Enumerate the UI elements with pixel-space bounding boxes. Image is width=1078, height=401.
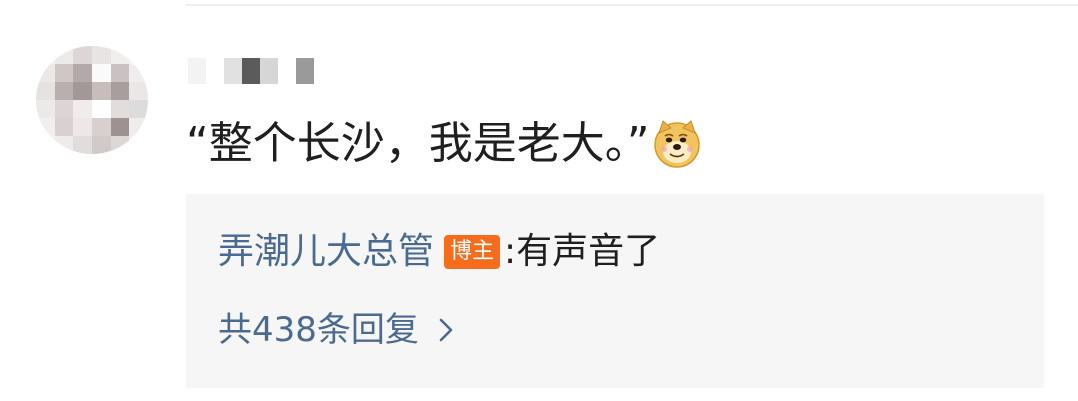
- comment-card: “整个长沙，我是老大。” 弄潮儿大总管 博主 : 有声音了 共438条回复: [0, 0, 1078, 401]
- view-replies-link[interactable]: 共438条回复: [218, 307, 461, 353]
- username-redacted[interactable]: [188, 58, 314, 84]
- comment-text-row: “整个长沙，我是老大。”: [186, 116, 702, 172]
- comment-text: “整个长沙，我是老大。”: [186, 118, 650, 169]
- avatar[interactable]: [36, 46, 148, 154]
- reply-line: 弄潮儿大总管 博主 : 有声音了: [218, 228, 660, 276]
- doge-icon: [653, 120, 700, 168]
- divider: [186, 4, 1078, 6]
- reply-author-link[interactable]: 弄潮儿大总管: [218, 228, 434, 276]
- reply-colon: :: [504, 231, 517, 272]
- reply-text: 有声音了: [516, 231, 661, 272]
- reply-count-label[interactable]: 共438条回复: [218, 307, 419, 353]
- reply-preview[interactable]: 弄潮儿大总管 博主 : 有声音了 共438条回复: [186, 194, 1044, 388]
- chevron-right-icon: [439, 318, 453, 342]
- author-badge: 博主: [444, 235, 501, 269]
